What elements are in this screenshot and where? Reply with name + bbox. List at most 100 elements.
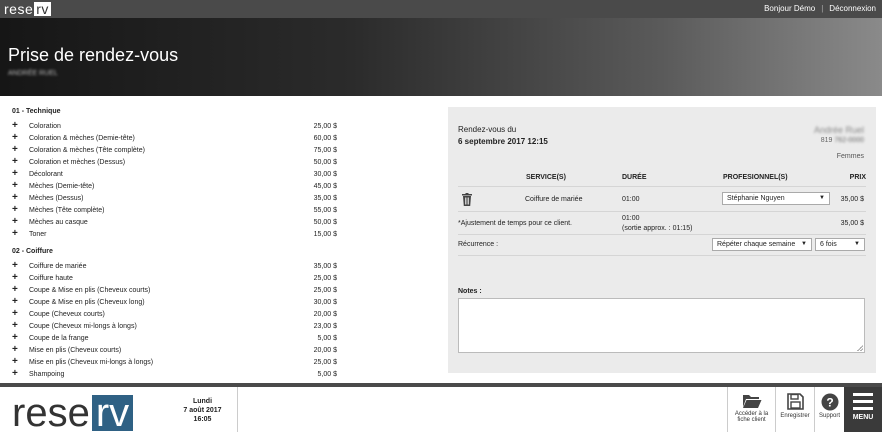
divider <box>458 255 866 256</box>
resize-grip-icon[interactable] <box>857 345 863 351</box>
appointment-label: Rendez-vous du <box>458 125 517 134</box>
service-price: 75,00 $ <box>313 146 337 154</box>
category-heading: 01 - Technique <box>12 108 61 115</box>
service-price: 25,00 $ <box>313 122 337 130</box>
greeting-link[interactable]: Bonjour Démo <box>764 4 815 13</box>
service-item[interactable]: + Coupe de la frange 5,00 $ <box>12 332 337 344</box>
service-name: Coloration & mèches (Demie-tête) <box>29 134 135 142</box>
recurrence-mode-select[interactable]: Répéter chaque semaine ▼ <box>712 238 812 251</box>
row-price: 35,00 $ <box>840 196 864 203</box>
service-item[interactable]: + Coupe & Mise en plis (Cheveux long) 30,0… <box>12 296 337 308</box>
plus-icon[interactable]: + <box>12 357 29 367</box>
logo-large[interactable]: rese rv <box>12 393 134 432</box>
service-price: 20,00 $ <box>313 346 337 354</box>
service-item[interactable]: + Mise en plis (Cheveux mi-longs à longs)… <box>12 356 337 368</box>
service-price: 45,00 $ <box>313 182 337 190</box>
plus-icon[interactable]: + <box>12 145 29 155</box>
plus-icon[interactable]: + <box>12 229 29 239</box>
plus-icon[interactable]: + <box>12 217 29 227</box>
service-item[interactable]: + Shampoing 5,00 $ <box>12 368 337 380</box>
plus-icon[interactable]: + <box>12 169 29 179</box>
plus-icon[interactable]: + <box>12 369 29 379</box>
service-name: Coupe (Cheveux courts) <box>29 310 105 318</box>
service-item[interactable]: + Coupe & Mise en plis (Cheveux courts) 25… <box>12 284 337 296</box>
service-price: 35,00 $ <box>313 262 337 270</box>
column-professional: PROFESIONNEL(S) <box>723 174 788 181</box>
chevron-down-icon: ▼ <box>801 241 807 247</box>
service-name: Mèches (Dessus) <box>29 194 84 202</box>
row-service: Coiffure de mariée <box>525 196 583 203</box>
notes-textarea[interactable] <box>458 298 865 353</box>
service-item[interactable]: + Mèches (Dessus) 35,00 $ <box>12 192 337 204</box>
divider <box>458 211 866 212</box>
service-item[interactable]: + Mèches (Tête complète) 55,00 $ <box>12 204 337 216</box>
service-item[interactable]: + Toner 15,00 $ <box>12 228 337 240</box>
service-price: 25,00 $ <box>313 358 337 366</box>
plus-icon[interactable]: + <box>12 285 29 295</box>
column-service: SERVICE(S) <box>526 174 566 181</box>
trash-icon[interactable] <box>462 193 472 206</box>
service-name: Coiffure haute <box>29 274 73 282</box>
plus-icon[interactable]: + <box>12 297 29 307</box>
service-name: Shampoing <box>29 370 65 378</box>
svg-text:?: ? <box>826 396 833 410</box>
service-item[interactable]: + Mèches (Demie-tête) 45,00 $ <box>12 180 337 192</box>
plus-icon[interactable]: + <box>12 321 29 331</box>
service-name: Coloration et mèches (Dessus) <box>29 158 126 166</box>
plus-icon[interactable]: + <box>12 133 29 143</box>
save-button[interactable]: Enregistrer <box>775 387 814 432</box>
column-duration: DURÉE <box>622 174 647 181</box>
service-name: Décolorant <box>29 170 63 178</box>
plus-icon[interactable]: + <box>12 333 29 343</box>
client-gender: Femmes <box>836 153 864 160</box>
service-name: Mise en plis (Cheveux mi-longs à longs) <box>29 358 154 366</box>
service-item[interactable]: + Coupe (Cheveux mi-longs à longs) 23,00 $ <box>12 320 337 332</box>
logout-link[interactable]: Déconnexion <box>829 4 876 13</box>
plus-icon[interactable]: + <box>12 121 29 131</box>
service-item[interactable]: + Coloration et mèches (Dessus) 50,00 $ <box>12 156 337 168</box>
service-item[interactable]: + Coiffure de mariée 35,00 $ <box>12 260 337 272</box>
service-item[interactable]: + Coloration 25,00 $ <box>12 120 337 132</box>
service-name: Coloration & mèches (Tête complète) <box>29 146 145 154</box>
row-duration: 01:00 <box>622 196 640 203</box>
menu-button[interactable]: MENU <box>844 387 882 432</box>
service-price: 35,00 $ <box>313 194 337 202</box>
adjustment-price: 35,00 $ <box>840 220 864 227</box>
hamburger-icon <box>853 393 873 410</box>
service-item[interactable]: + Décolorant 30,00 $ <box>12 168 337 180</box>
plus-icon[interactable]: + <box>12 205 29 215</box>
professional-select[interactable]: Stéphanie Nguyen ▼ <box>722 192 830 205</box>
help-icon: ? <box>821 393 838 411</box>
recurrence-count-select[interactable]: 6 fois ▼ <box>815 238 865 251</box>
service-item[interactable]: + Coloration & mèches (Tête complète) 75,0… <box>12 144 337 156</box>
support-button[interactable]: ? Support <box>814 387 844 432</box>
service-item[interactable]: + Mise en plis (Cheveux courts) 20,00 $ <box>12 344 337 356</box>
service-item[interactable]: + Coloration & mèches (Demie-tête) 60,00 $ <box>12 132 337 144</box>
page-header: Prise de rendez-vous ANDRÉE RUEL <box>0 18 882 96</box>
plus-icon[interactable]: + <box>12 261 29 271</box>
notes-label: Notes : <box>458 288 482 295</box>
current-date: Lundi 7 août 2017 16:05 <box>168 387 238 432</box>
client-file-button[interactable]: Accéder à la fiche client <box>727 387 775 432</box>
plus-icon[interactable]: + <box>12 157 29 167</box>
services-table-header: SERVICE(S) DURÉE PROFESIONNEL(S) PRIX <box>458 173 866 187</box>
bottom-bar: rese rv Lundi 7 août 2017 16:05 Accéder à… <box>0 383 882 432</box>
plus-icon[interactable]: + <box>12 181 29 191</box>
service-name: Mèches (Tête complète) <box>29 206 105 214</box>
folder-open-icon <box>742 395 761 408</box>
service-name: Coupe & Mise en plis (Cheveux courts) <box>29 286 151 294</box>
service-price: 5,00 $ <box>317 334 337 342</box>
plus-icon[interactable]: + <box>12 193 29 203</box>
service-item[interactable]: + Coiffure haute 25,00 $ <box>12 272 337 284</box>
top-bar: rese rv Bonjour Démo | Déconnexion <box>0 0 882 18</box>
appointment-panel: Rendez-vous du 6 septembre 2017 12:15 An… <box>448 107 876 373</box>
client-phone: 819 762-0000 <box>820 137 864 144</box>
service-name: Coiffure de mariée <box>29 262 87 270</box>
service-item[interactable]: + Coupe (Cheveux courts) 20,00 $ <box>12 308 337 320</box>
service-item[interactable]: + Mèches au casque 50,00 $ <box>12 216 337 228</box>
plus-icon[interactable]: + <box>12 309 29 319</box>
plus-icon[interactable]: + <box>12 345 29 355</box>
logo-small[interactable]: rese rv <box>4 1 51 17</box>
service-price: 30,00 $ <box>313 170 337 178</box>
plus-icon[interactable]: + <box>12 273 29 283</box>
